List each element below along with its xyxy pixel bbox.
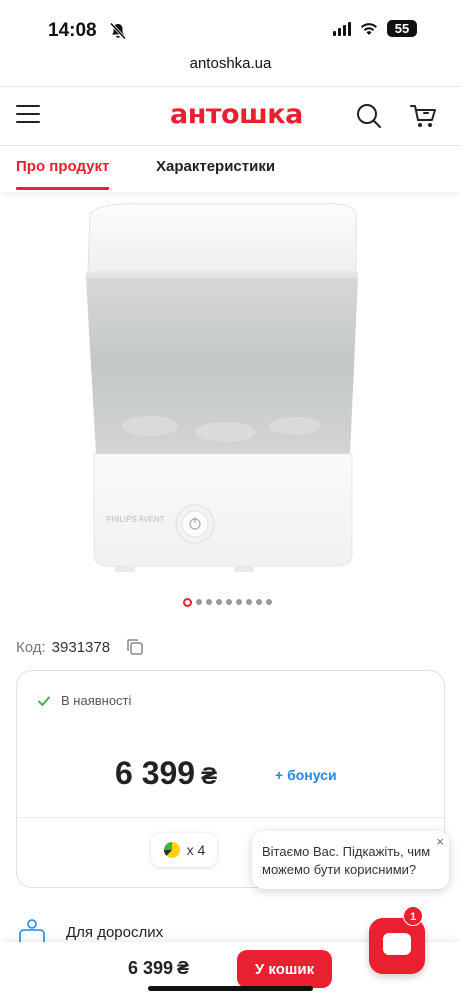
url-bar[interactable]: antoshka.ua: [0, 55, 461, 83]
bottom-price-value: 6 399: [128, 958, 174, 978]
tab-about-product[interactable]: Про продукт: [16, 158, 110, 190]
pagination-dot[interactable]: [266, 599, 272, 605]
chat-greeting-popup[interactable]: × Вітаємо Вас. Підкажіть, чим можемо бут…: [252, 831, 449, 889]
wifi-icon: [361, 22, 377, 35]
status-time: 14:08: [48, 20, 97, 41]
add-to-cart-button[interactable]: У кошик: [237, 950, 332, 988]
card-divider: [17, 817, 444, 818]
chat-greeting-text: Вітаємо Вас. Підкажіть, чим можемо бути …: [262, 844, 431, 878]
site-logo[interactable]: антошка: [170, 99, 303, 130]
menu-button[interactable]: [16, 105, 40, 125]
stock-status-label: В наявності: [61, 693, 132, 708]
pagination-dot[interactable]: [256, 599, 262, 605]
pagination-dot[interactable]: [236, 599, 242, 605]
close-icon[interactable]: ×: [436, 833, 444, 851]
brand-text: PHILIPS AVENT: [106, 515, 165, 524]
pagination-dot[interactable]: [206, 599, 212, 605]
battery-indicator: 55: [387, 20, 417, 37]
installment-pie-icon: [163, 842, 180, 858]
product-image[interactable]: PHILIPS AVENT: [60, 196, 400, 586]
cart-icon[interactable]: [409, 102, 437, 130]
product-code-label: Код:: [16, 638, 46, 656]
price-value: 6 399: [115, 755, 196, 791]
chat-unread-badge: 1: [403, 906, 423, 926]
product-code-row: Код: 3931378: [16, 638, 144, 656]
image-pagination[interactable]: [183, 597, 272, 607]
category-label: Для дорослих: [66, 923, 164, 941]
copy-icon[interactable]: [126, 638, 144, 656]
product-code: 3931378: [51, 638, 111, 656]
installment-badge[interactable]: x 4: [151, 833, 217, 867]
stock-status: В наявності: [37, 693, 131, 708]
installment-count: x 4: [186, 842, 206, 858]
bottom-price: 6 399 ₴: [128, 958, 189, 979]
url-text: antoshka.ua: [189, 55, 272, 72]
status-bar: 14:08 55: [0, 0, 461, 62]
product-tabs: Про продукт Характеристики: [0, 146, 461, 192]
cellular-signal-icon: [333, 21, 351, 36]
pagination-dot[interactable]: [183, 597, 192, 607]
tab-characteristics[interactable]: Характеристики: [156, 158, 275, 175]
pagination-dot[interactable]: [196, 599, 202, 605]
home-indicator: [148, 986, 313, 991]
search-icon[interactable]: [356, 103, 382, 129]
check-icon: [38, 696, 50, 706]
pagination-dot[interactable]: [246, 599, 252, 605]
price-currency: ₴: [201, 763, 218, 790]
pagination-dot[interactable]: [226, 599, 232, 605]
site-header: антошка: [0, 86, 461, 146]
pagination-dot[interactable]: [216, 599, 222, 605]
chat-icon: [383, 933, 411, 955]
product-price: 6 399 ₴: [115, 755, 217, 792]
bonus-link[interactable]: + бонуси: [275, 767, 337, 783]
bell-off-icon: [109, 22, 127, 40]
bottom-price-currency: ₴: [177, 958, 190, 978]
chat-button[interactable]: [369, 918, 425, 974]
